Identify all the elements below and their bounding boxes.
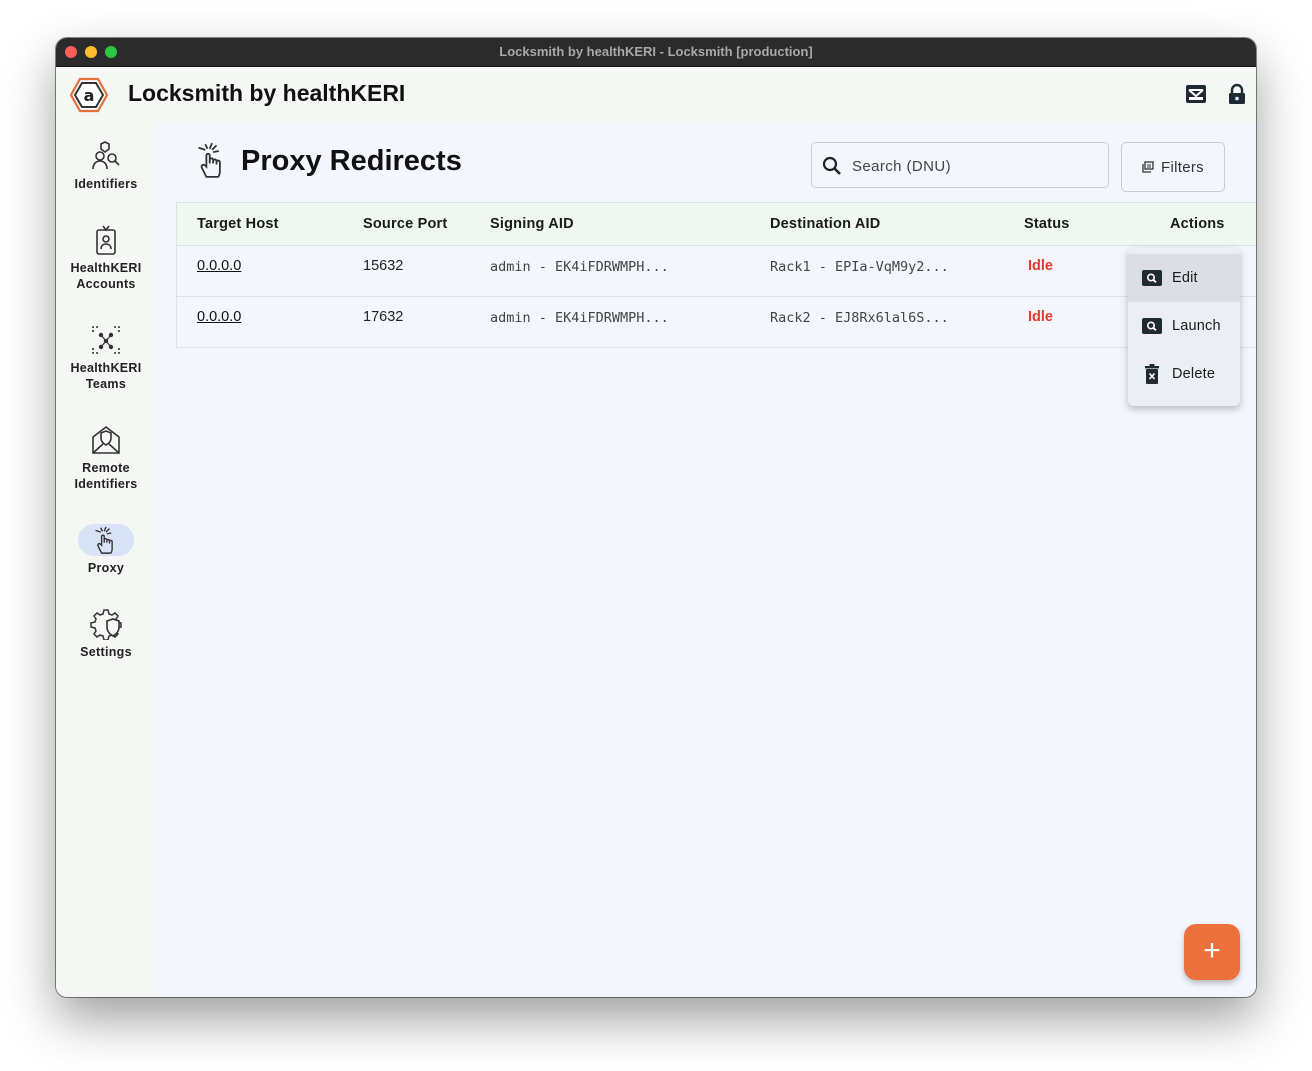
signing-aid: admin - EK4iFDRWMPH... xyxy=(490,259,669,275)
table-row[interactable]: 0.0.0.0 17632 admin - EK4iFDRWMPH... Rac… xyxy=(176,297,1256,348)
trash-icon xyxy=(1142,364,1162,384)
magnify-icon xyxy=(1142,268,1162,288)
menu-item-launch[interactable]: Launch xyxy=(1128,302,1240,350)
menu-item-label: Delete xyxy=(1172,366,1216,382)
table-row[interactable]: 0.0.0.0 15632 admin - EK4iFDRWMPH... Rac… xyxy=(176,246,1256,297)
menu-item-label: Launch xyxy=(1172,318,1221,334)
nav-label: Proxy xyxy=(87,561,125,575)
column-header[interactable]: Signing AID xyxy=(490,216,574,232)
nav-icon-wrap xyxy=(78,324,134,356)
sidebar-item-healthkeri-teams[interactable]: HealthKERI Teams xyxy=(56,324,156,392)
menu-item-delete[interactable]: Delete xyxy=(1128,350,1240,398)
sidebar-item-healthkeri-accounts[interactable]: HealthKERI Accounts xyxy=(56,224,156,292)
filters-button[interactable]: Filters xyxy=(1121,142,1225,192)
source-port: 15632 xyxy=(363,258,404,274)
column-header: Actions xyxy=(1170,216,1225,232)
sidebar-item-proxy[interactable]: Proxy xyxy=(56,524,156,576)
page-title: Proxy Redirects xyxy=(241,145,462,177)
filters-label: Filters xyxy=(1161,158,1204,176)
window-title: Locksmith by healthKERI - Locksmith [pro… xyxy=(499,44,813,59)
nav-icon-wrap xyxy=(78,524,134,556)
app-bar: a Locksmith by healthKERI xyxy=(56,67,1256,123)
sidebar-item-settings[interactable]: Settings xyxy=(56,608,156,660)
status-badge: Idle xyxy=(1028,309,1053,325)
column-header[interactable]: Source Port xyxy=(363,216,447,232)
proxy-table: Target Host Source Port Signing AID Dest… xyxy=(176,202,1256,348)
filter-stack-icon xyxy=(1142,161,1154,173)
nav-label: HealthKERI Teams xyxy=(70,361,142,391)
nav-label: Settings xyxy=(80,645,132,659)
nav-label: Identifiers xyxy=(74,177,138,191)
column-header[interactable]: Status xyxy=(1024,216,1070,232)
identifiers-icon xyxy=(92,141,120,170)
add-proxy-button[interactable]: + xyxy=(1184,924,1240,980)
app-window: Locksmith by healthKERI - Locksmith [pro… xyxy=(56,38,1256,997)
nav-icon-wrap xyxy=(78,224,134,256)
target-host-link[interactable]: 0.0.0.0 xyxy=(197,258,241,274)
envelope-shield-icon xyxy=(92,425,120,454)
nav-label: HealthKERI Accounts xyxy=(70,261,142,291)
source-port: 17632 xyxy=(363,309,404,325)
actions-menu: Edit Launch Delete xyxy=(1128,248,1240,406)
lock-icon[interactable] xyxy=(1226,83,1248,105)
sidebar-nav: Identifiers HealthKERI Accounts HealthKE… xyxy=(56,123,156,997)
search-box[interactable] xyxy=(811,142,1109,188)
inbox-icon[interactable] xyxy=(1185,83,1207,105)
main-content: Proxy Redirects Filters Target Host Sour… xyxy=(156,123,1256,997)
table-header: Target Host Source Port Signing AID Dest… xyxy=(176,202,1256,246)
svg-text:a: a xyxy=(84,86,95,105)
menu-item-label: Edit xyxy=(1172,270,1198,286)
nav-icon-wrap xyxy=(78,608,134,640)
sidebar-item-remote-identifiers[interactable]: Remote Identifiers xyxy=(56,424,156,492)
id-badge-icon xyxy=(96,225,116,255)
team-network-icon xyxy=(92,326,120,354)
tap-hand-icon xyxy=(198,142,221,178)
healthkeri-logo-icon: a xyxy=(70,77,108,113)
destination-aid: Rack1 - EPIa-VqM9y2... xyxy=(770,259,949,275)
magnify-icon xyxy=(1142,316,1162,336)
gear-shield-icon xyxy=(90,609,122,640)
tap-hand-icon xyxy=(95,526,113,554)
title-bar: Locksmith by healthKERI - Locksmith [pro… xyxy=(56,38,1256,67)
search-input[interactable] xyxy=(850,151,1099,181)
search-icon xyxy=(822,156,841,175)
column-header[interactable]: Target Host xyxy=(197,216,279,232)
status-badge: Idle xyxy=(1028,258,1053,274)
target-host-link[interactable]: 0.0.0.0 xyxy=(197,309,241,325)
app-title: Locksmith by healthKERI xyxy=(128,80,406,106)
nav-icon-wrap xyxy=(78,424,134,456)
signing-aid: admin - EK4iFDRWMPH... xyxy=(490,310,669,326)
column-header[interactable]: Destination AID xyxy=(770,216,880,232)
sidebar-item-identifiers[interactable]: Identifiers xyxy=(56,140,156,192)
destination-aid: Rack2 - EJ8Rx6lal6S... xyxy=(770,310,949,326)
menu-item-edit[interactable]: Edit xyxy=(1128,254,1240,302)
nav-label: Remote Identifiers xyxy=(74,461,138,491)
nav-icon-wrap xyxy=(78,140,134,172)
